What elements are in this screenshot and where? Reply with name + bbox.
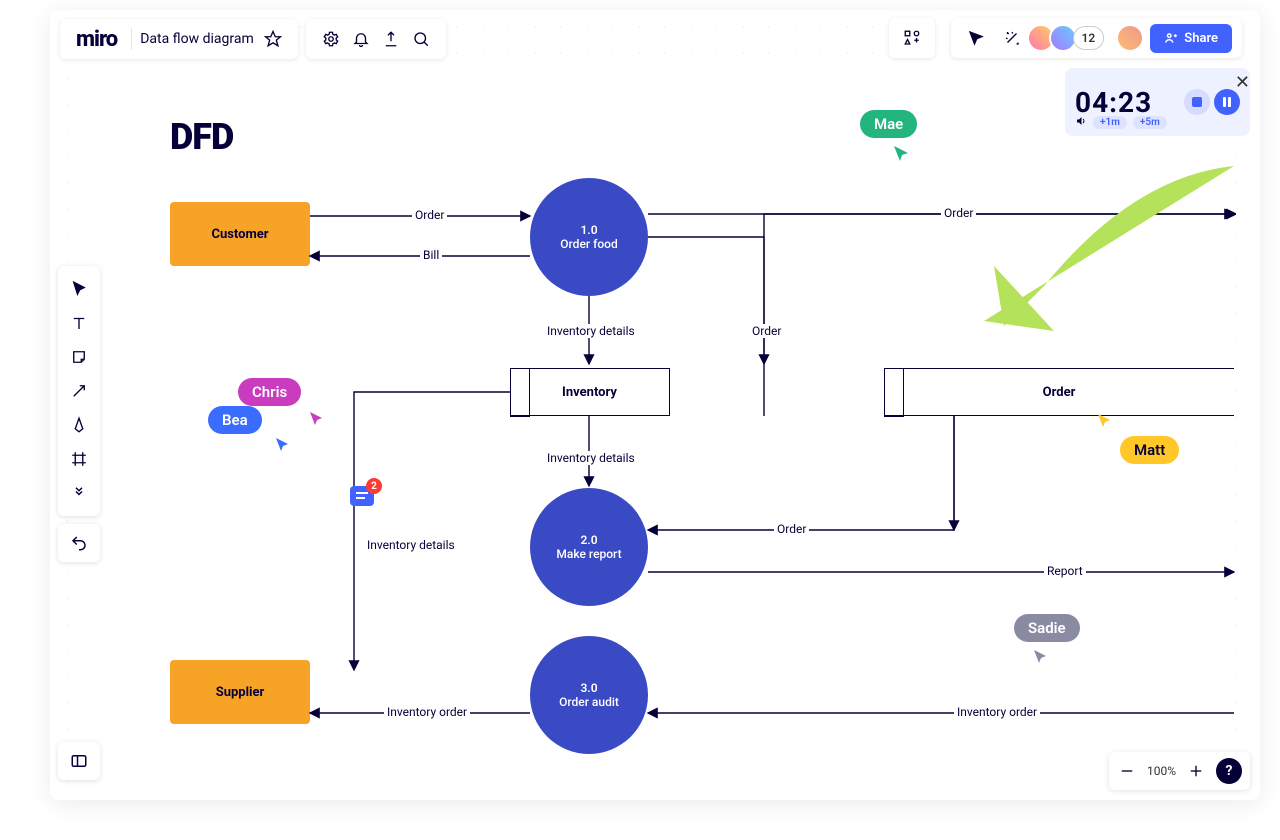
cursor-mae: Mae bbox=[860, 110, 917, 138]
miro-logo[interactable]: miro bbox=[70, 27, 123, 52]
flow-order-2: Order bbox=[749, 324, 784, 338]
process-3-name: Order audit bbox=[559, 695, 619, 709]
search-icon[interactable] bbox=[406, 24, 436, 54]
cursor-matt: Matt bbox=[1120, 436, 1179, 464]
help-button[interactable]: ? bbox=[1216, 758, 1242, 784]
flow-invdetails-2: Inventory details bbox=[544, 451, 638, 465]
flow-order-4: Order bbox=[774, 522, 809, 536]
more-tools[interactable] bbox=[58, 476, 100, 510]
cursor-sadie-icon bbox=[1032, 648, 1050, 666]
process-3-num: 3.0 bbox=[580, 681, 597, 695]
sound-icon[interactable] bbox=[1075, 115, 1087, 130]
datastore-order[interactable]: Order bbox=[884, 368, 1234, 416]
flow-order-1: Order bbox=[412, 208, 447, 222]
cursor-mae-icon bbox=[892, 144, 912, 164]
flow-report: Report bbox=[1044, 564, 1086, 578]
export-icon[interactable] bbox=[376, 24, 406, 54]
process-1-name: Order food bbox=[560, 237, 617, 251]
process-1[interactable]: 1.0 Order food bbox=[530, 178, 648, 296]
undo-button[interactable] bbox=[58, 524, 100, 562]
timer-stop-button[interactable] bbox=[1184, 89, 1210, 115]
pen-tool[interactable] bbox=[58, 408, 100, 442]
reactions-icon[interactable] bbox=[997, 23, 1027, 53]
bell-icon[interactable] bbox=[346, 24, 376, 54]
zoom-percent[interactable]: 100% bbox=[1147, 764, 1176, 778]
self-avatar[interactable] bbox=[1116, 24, 1144, 52]
cursor-mode-icon[interactable] bbox=[961, 23, 991, 53]
diagram-title[interactable]: DFD bbox=[170, 116, 233, 158]
zoom-in-button[interactable] bbox=[1186, 756, 1206, 786]
canvas[interactable]: DFD Customer Supplier 1.0 Order food 2.0… bbox=[74, 66, 1236, 786]
timer-close-button[interactable]: ✕ bbox=[1235, 72, 1250, 93]
board-name[interactable]: Data flow diagram bbox=[140, 31, 258, 47]
collab-group: 12 Share bbox=[951, 18, 1242, 58]
apps-button[interactable] bbox=[889, 18, 935, 58]
frame-tool[interactable] bbox=[58, 442, 100, 476]
cursor-bea: Bea bbox=[208, 406, 262, 434]
flow-order-3: Order bbox=[941, 206, 976, 220]
process-1-num: 1.0 bbox=[580, 223, 597, 237]
avatar-overflow-count[interactable]: 12 bbox=[1073, 26, 1105, 50]
board-header: miro Data flow diagram bbox=[60, 19, 298, 59]
tool-toolbar bbox=[58, 266, 100, 516]
board-actions bbox=[306, 19, 446, 59]
cursor-chris: Chris bbox=[238, 378, 301, 406]
panel-toggle-button[interactable] bbox=[58, 742, 100, 780]
process-2-num: 2.0 bbox=[580, 533, 597, 547]
star-icon[interactable] bbox=[258, 24, 288, 54]
process-3[interactable]: 3.0 Order audit bbox=[530, 636, 648, 754]
sticky-tool[interactable] bbox=[58, 340, 100, 374]
divider bbox=[131, 28, 132, 50]
share-label: Share bbox=[1184, 31, 1218, 46]
flow-invdetails-1: Inventory details bbox=[544, 324, 638, 338]
zoom-controls: 100% ? bbox=[1109, 752, 1250, 790]
flow-invdetails-3: Inventory details bbox=[364, 538, 458, 552]
text-tool[interactable] bbox=[58, 306, 100, 340]
timer-widget[interactable]: 04:23 +1m +5m bbox=[1065, 68, 1250, 136]
presence-avatars[interactable]: 12 bbox=[1033, 24, 1105, 52]
share-button[interactable]: Share bbox=[1150, 24, 1232, 53]
process-2-name: Make report bbox=[556, 547, 621, 561]
cursor-sadie: Sadie bbox=[1014, 614, 1080, 642]
comment-thread[interactable]: 2 bbox=[350, 486, 374, 506]
settings-icon[interactable] bbox=[316, 24, 346, 54]
datastore-inventory[interactable]: Inventory bbox=[510, 368, 670, 416]
select-tool[interactable] bbox=[58, 272, 100, 306]
comment-count: 2 bbox=[366, 478, 382, 494]
cursor-bea-icon bbox=[274, 436, 292, 454]
process-2[interactable]: 2.0 Make report bbox=[530, 488, 648, 606]
apps-icon bbox=[897, 23, 927, 53]
cursor-chris-icon bbox=[308, 410, 326, 428]
flow-bill: Bill bbox=[420, 248, 442, 262]
timer-add-1m[interactable]: +1m bbox=[1093, 116, 1127, 129]
entity-supplier[interactable]: Supplier bbox=[170, 660, 310, 724]
arrow-tool[interactable] bbox=[58, 374, 100, 408]
cursor-matt-icon bbox=[1096, 412, 1114, 430]
zoom-out-button[interactable] bbox=[1117, 756, 1137, 786]
timer-display: 04:23 bbox=[1075, 86, 1152, 119]
flow-invorder-2: Inventory order bbox=[954, 705, 1040, 719]
entity-customer[interactable]: Customer bbox=[170, 202, 310, 266]
flow-invorder-1: Inventory order bbox=[384, 705, 470, 719]
timer-add-5m[interactable]: +5m bbox=[1133, 116, 1167, 129]
